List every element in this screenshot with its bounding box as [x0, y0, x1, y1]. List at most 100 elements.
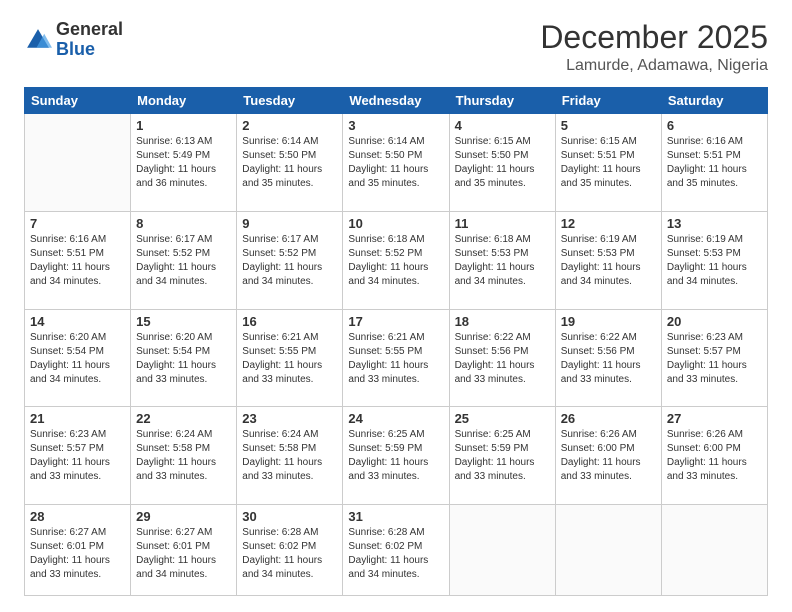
table-row: 15Sunrise: 6:20 AMSunset: 5:54 PMDayligh… — [131, 309, 237, 407]
table-row — [555, 504, 661, 595]
logo-text: General Blue — [56, 20, 123, 60]
day-number: 13 — [667, 216, 762, 231]
day-number: 27 — [667, 411, 762, 426]
table-row: 30 Sunrise: 6:28 AMSunset: 6:02 PMDayligh… — [237, 504, 343, 595]
day-info: Sunrise: 6:23 AMSunset: 5:57 PMDaylight:… — [30, 428, 125, 484]
location: Lamurde, Adamawa, Nigeria — [540, 57, 768, 75]
table-row: 14Sunrise: 6:20 AMSunset: 5:54 PMDayligh… — [25, 309, 131, 407]
day-info: Sunrise: 6:28 AMSunset: 6:02 PMDaylight:… — [348, 526, 443, 582]
calendar-week-row: 7 Sunrise: 6:16 AMSunset: 5:51 PMDaylight… — [25, 211, 768, 309]
day-number: 9 — [242, 216, 337, 231]
day-number: 29 — [136, 509, 231, 524]
table-row: 26Sunrise: 6:26 AMSunset: 6:00 PMDayligh… — [555, 407, 661, 505]
day-number: 24 — [348, 411, 443, 426]
day-number: 19 — [561, 314, 656, 329]
table-row: 29 Sunrise: 6:27 AMSunset: 6:01 PMDayligh… — [131, 504, 237, 595]
day-info: Sunrise: 6:24 AMSunset: 5:58 PMDaylight:… — [242, 428, 337, 484]
day-info: Sunrise: 6:25 AMSunset: 5:59 PMDaylight:… — [348, 428, 443, 484]
table-row: 23 Sunrise: 6:24 AMSunset: 5:58 PMDayligh… — [237, 407, 343, 505]
day-info: Sunrise: 6:15 AMSunset: 5:51 PMDaylight:… — [561, 135, 656, 191]
calendar-week-row: 1 Sunrise: 6:13 AMSunset: 5:49 PMDaylight… — [25, 114, 768, 212]
col-sunday: Sunday — [25, 88, 131, 114]
col-thursday: Thursday — [449, 88, 555, 114]
day-info: Sunrise: 6:21 AMSunset: 5:55 PMDaylight:… — [242, 331, 337, 387]
title-block: December 2025 Lamurde, Adamawa, Nigeria — [540, 20, 768, 75]
table-row — [25, 114, 131, 212]
table-row: 20 Sunrise: 6:23 AMSunset: 5:57 PMDayligh… — [661, 309, 767, 407]
table-row: 3 Sunrise: 6:14 AMSunset: 5:50 PMDaylight… — [343, 114, 449, 212]
day-info: Sunrise: 6:13 AMSunset: 5:49 PMDaylight:… — [136, 135, 231, 191]
day-number: 5 — [561, 118, 656, 133]
month-year: December 2025 — [540, 20, 768, 55]
day-info: Sunrise: 6:14 AMSunset: 5:50 PMDaylight:… — [348, 135, 443, 191]
day-info: Sunrise: 6:22 AMSunset: 5:56 PMDaylight:… — [455, 331, 550, 387]
logo-general: General — [56, 19, 123, 39]
day-number: 20 — [667, 314, 762, 329]
table-row: 4 Sunrise: 6:15 AMSunset: 5:50 PMDaylight… — [449, 114, 555, 212]
day-number: 4 — [455, 118, 550, 133]
table-row: 10 Sunrise: 6:18 AMSunset: 5:52 PMDayligh… — [343, 211, 449, 309]
day-info: Sunrise: 6:23 AMSunset: 5:57 PMDaylight:… — [667, 331, 762, 387]
col-saturday: Saturday — [661, 88, 767, 114]
table-row: 5 Sunrise: 6:15 AMSunset: 5:51 PMDaylight… — [555, 114, 661, 212]
calendar-week-row: 21 Sunrise: 6:23 AMSunset: 5:57 PMDayligh… — [25, 407, 768, 505]
day-info: Sunrise: 6:25 AMSunset: 5:59 PMDaylight:… — [455, 428, 550, 484]
day-info: Sunrise: 6:24 AMSunset: 5:58 PMDaylight:… — [136, 428, 231, 484]
table-row: 19 Sunrise: 6:22 AMSunset: 5:56 PMDayligh… — [555, 309, 661, 407]
table-row: 8 Sunrise: 6:17 AMSunset: 5:52 PMDaylight… — [131, 211, 237, 309]
table-row: 22Sunrise: 6:24 AMSunset: 5:58 PMDayligh… — [131, 407, 237, 505]
day-info: Sunrise: 6:15 AMSunset: 5:50 PMDaylight:… — [455, 135, 550, 191]
day-number: 10 — [348, 216, 443, 231]
table-row: 2 Sunrise: 6:14 AMSunset: 5:50 PMDaylight… — [237, 114, 343, 212]
calendar-table: Sunday Monday Tuesday Wednesday Thursday… — [24, 87, 768, 596]
day-number: 8 — [136, 216, 231, 231]
day-number: 23 — [242, 411, 337, 426]
day-number: 2 — [242, 118, 337, 133]
day-info: Sunrise: 6:16 AMSunset: 5:51 PMDaylight:… — [667, 135, 762, 191]
table-row: 12 Sunrise: 6:19 AMSunset: 5:53 PMDayligh… — [555, 211, 661, 309]
day-info: Sunrise: 6:28 AMSunset: 6:02 PMDaylight:… — [242, 526, 337, 582]
day-number: 12 — [561, 216, 656, 231]
day-number: 7 — [30, 216, 125, 231]
table-row: 16Sunrise: 6:21 AMSunset: 5:55 PMDayligh… — [237, 309, 343, 407]
day-info: Sunrise: 6:14 AMSunset: 5:50 PMDaylight:… — [242, 135, 337, 191]
table-row: 18Sunrise: 6:22 AMSunset: 5:56 PMDayligh… — [449, 309, 555, 407]
day-info: Sunrise: 6:27 AMSunset: 6:01 PMDaylight:… — [136, 526, 231, 582]
day-number: 30 — [242, 509, 337, 524]
day-number: 3 — [348, 118, 443, 133]
table-row: 27Sunrise: 6:26 AMSunset: 6:00 PMDayligh… — [661, 407, 767, 505]
day-info: Sunrise: 6:17 AMSunset: 5:52 PMDaylight:… — [242, 233, 337, 289]
day-info: Sunrise: 6:18 AMSunset: 5:52 PMDaylight:… — [348, 233, 443, 289]
day-info: Sunrise: 6:19 AMSunset: 5:53 PMDaylight:… — [667, 233, 762, 289]
table-row: 6 Sunrise: 6:16 AMSunset: 5:51 PMDaylight… — [661, 114, 767, 212]
table-row: 7 Sunrise: 6:16 AMSunset: 5:51 PMDaylight… — [25, 211, 131, 309]
calendar-header-row: Sunday Monday Tuesday Wednesday Thursday… — [25, 88, 768, 114]
table-row: 1 Sunrise: 6:13 AMSunset: 5:49 PMDaylight… — [131, 114, 237, 212]
day-number: 25 — [455, 411, 550, 426]
day-info: Sunrise: 6:26 AMSunset: 6:00 PMDaylight:… — [561, 428, 656, 484]
day-number: 1 — [136, 118, 231, 133]
day-info: Sunrise: 6:27 AMSunset: 6:01 PMDaylight:… — [30, 526, 125, 582]
day-info: Sunrise: 6:22 AMSunset: 5:56 PMDaylight:… — [561, 331, 656, 387]
col-friday: Friday — [555, 88, 661, 114]
calendar-week-row: 14Sunrise: 6:20 AMSunset: 5:54 PMDayligh… — [25, 309, 768, 407]
day-number: 6 — [667, 118, 762, 133]
day-number: 11 — [455, 216, 550, 231]
day-info: Sunrise: 6:19 AMSunset: 5:53 PMDaylight:… — [561, 233, 656, 289]
table-row: 17Sunrise: 6:21 AMSunset: 5:55 PMDayligh… — [343, 309, 449, 407]
table-row: 21 Sunrise: 6:23 AMSunset: 5:57 PMDayligh… — [25, 407, 131, 505]
table-row: 13 Sunrise: 6:19 AMSunset: 5:53 PMDayligh… — [661, 211, 767, 309]
table-row: 28 Sunrise: 6:27 AMSunset: 6:01 PMDayligh… — [25, 504, 131, 595]
day-info: Sunrise: 6:20 AMSunset: 5:54 PMDaylight:… — [136, 331, 231, 387]
day-info: Sunrise: 6:16 AMSunset: 5:51 PMDaylight:… — [30, 233, 125, 289]
header: General Blue December 2025 Lamurde, Adam… — [24, 20, 768, 75]
table-row: 25 Sunrise: 6:25 AMSunset: 5:59 PMDayligh… — [449, 407, 555, 505]
day-info: Sunrise: 6:17 AMSunset: 5:52 PMDaylight:… — [136, 233, 231, 289]
table-row: 31Sunrise: 6:28 AMSunset: 6:02 PMDayligh… — [343, 504, 449, 595]
table-row — [449, 504, 555, 595]
day-number: 21 — [30, 411, 125, 426]
day-info: Sunrise: 6:21 AMSunset: 5:55 PMDaylight:… — [348, 331, 443, 387]
day-number: 28 — [30, 509, 125, 524]
page: General Blue December 2025 Lamurde, Adam… — [0, 0, 792, 612]
table-row: 9 Sunrise: 6:17 AMSunset: 5:52 PMDaylight… — [237, 211, 343, 309]
